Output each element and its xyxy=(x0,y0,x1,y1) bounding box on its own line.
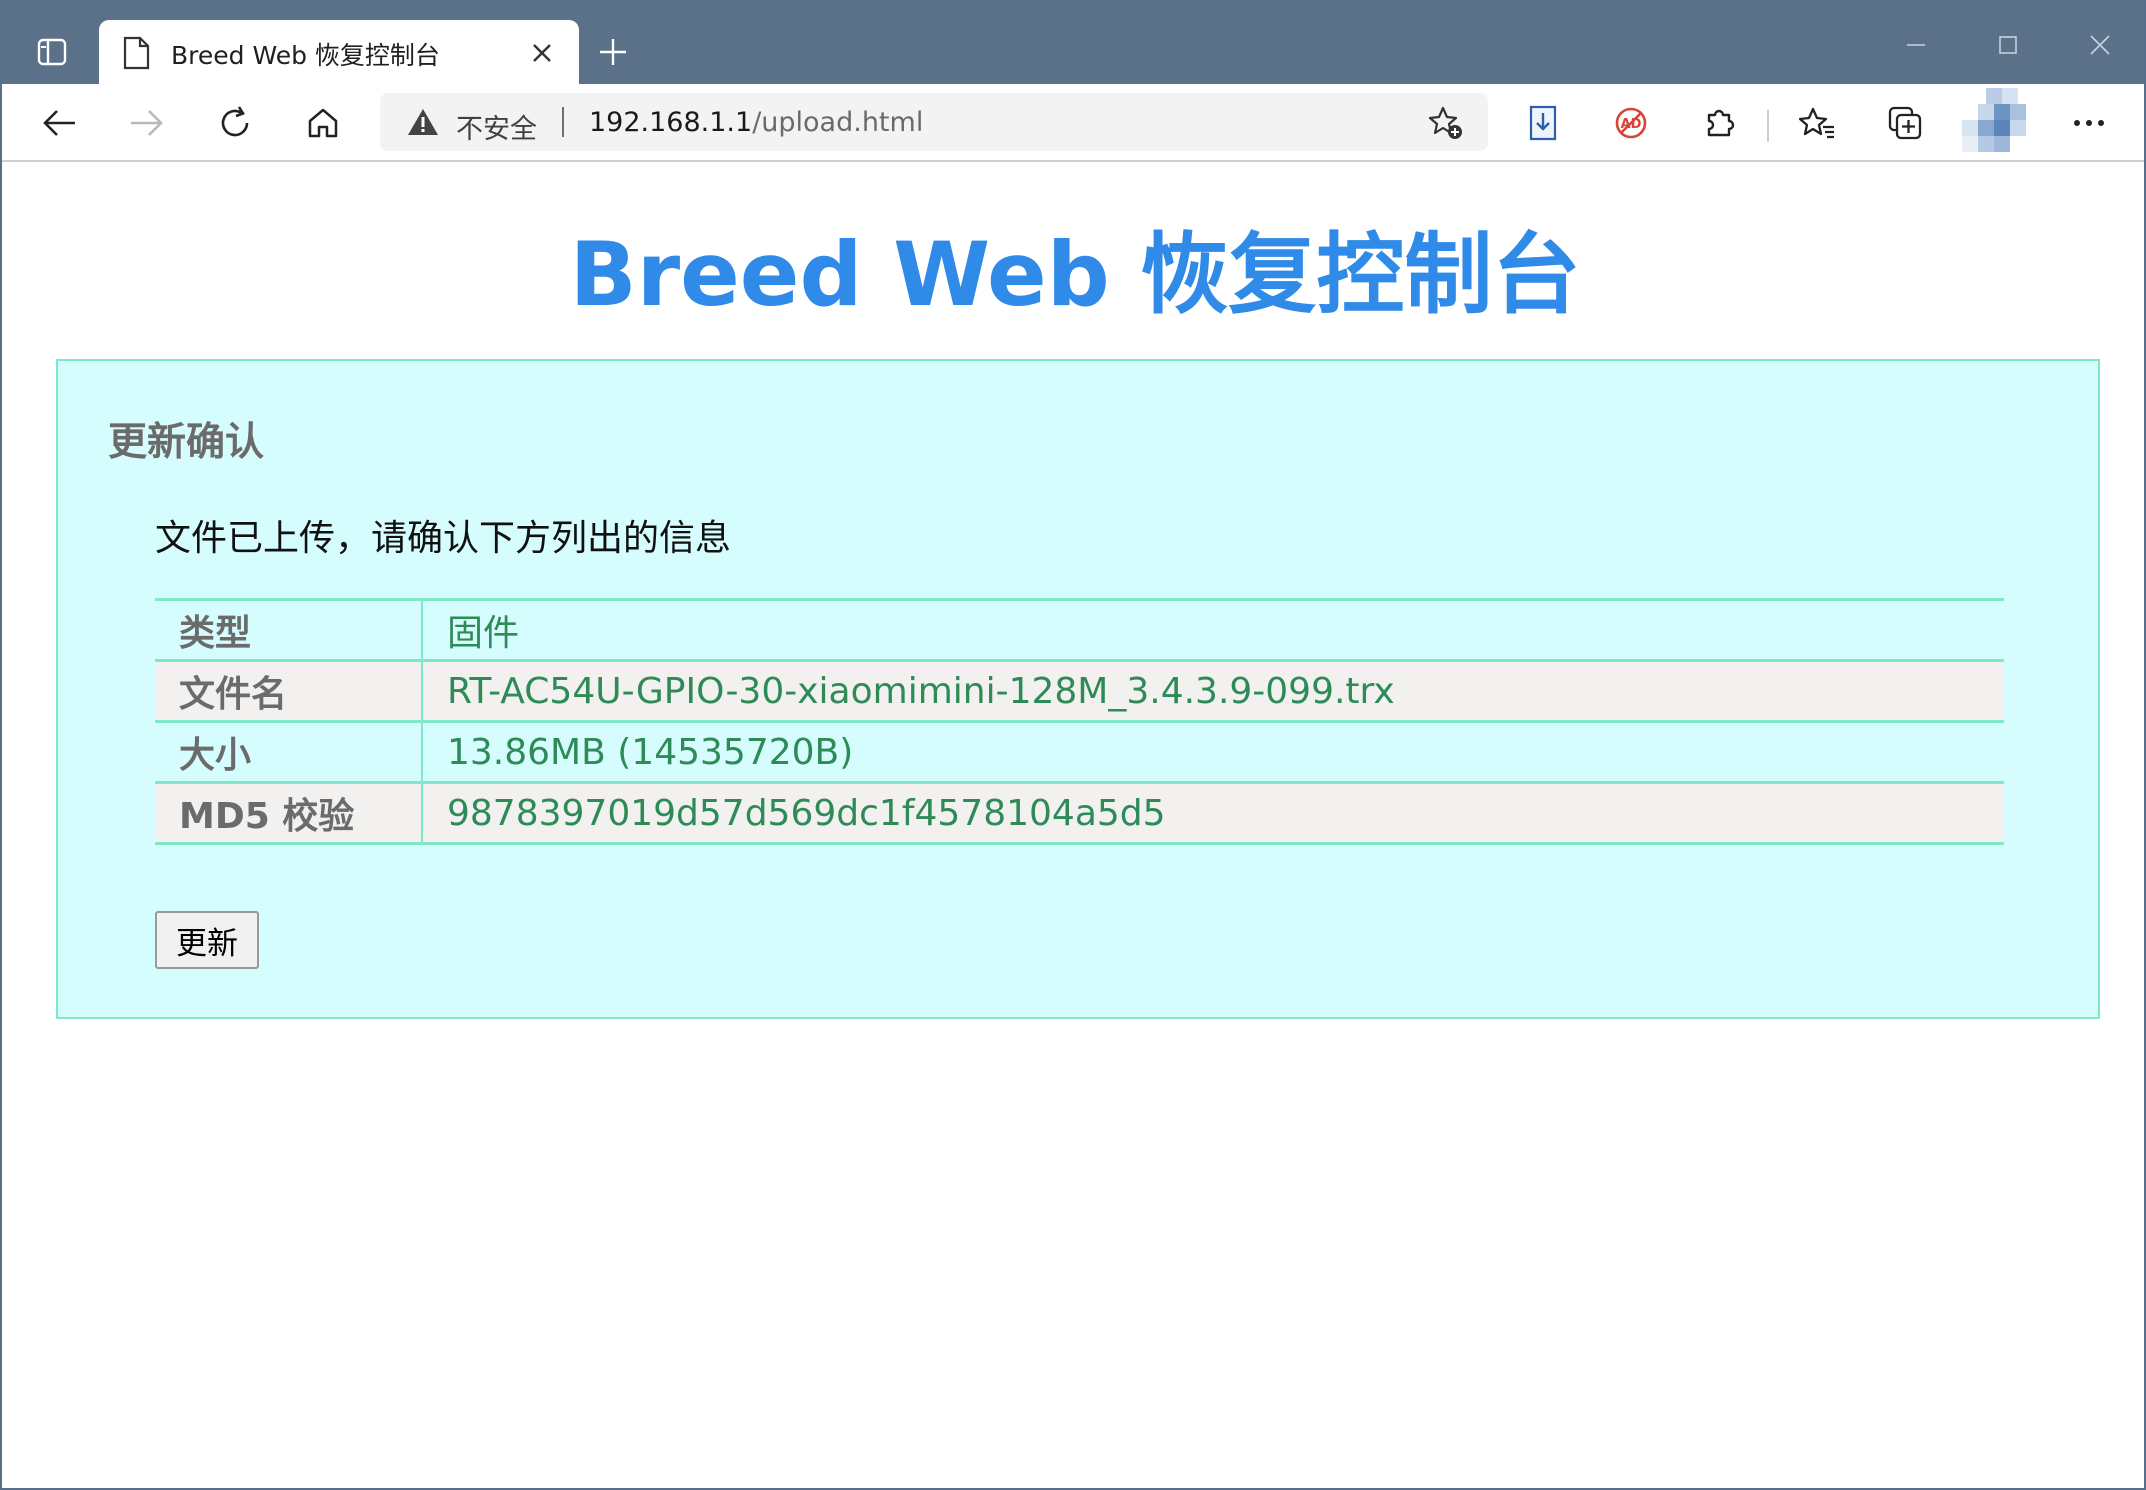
browser-window: Breed Web 恢复控制台 不安全 192.168.1.1/upload.h… xyxy=(0,0,2146,1490)
warning-icon[interactable] xyxy=(406,107,440,137)
adblock-icon[interactable]: AD xyxy=(1608,100,1654,146)
page-title: Breed Web 恢复控制台 xyxy=(569,223,1581,326)
home-icon[interactable] xyxy=(300,100,346,146)
extensions-icon[interactable] xyxy=(1696,100,1742,146)
update-confirm-panel: 更新确认 文件已上传，请确认下方列出的信息 类型 固件 文件名 RT-AC54U… xyxy=(56,359,2100,1019)
tab-active[interactable]: Breed Web 恢复控制台 xyxy=(99,20,579,84)
page-icon xyxy=(121,36,151,70)
svg-text:AD: AD xyxy=(1621,117,1642,132)
table-row: 文件名 RT-AC54U-GPIO-30-xiaomimini-128M_3.4… xyxy=(155,659,2004,723)
forward-icon[interactable] xyxy=(124,100,170,146)
browser-toolbar: 不安全 192.168.1.1/upload.html AD xyxy=(2,84,2144,162)
file-info-table: 类型 固件 文件名 RT-AC54U-GPIO-30-xiaomimini-12… xyxy=(155,598,2004,845)
more-options-icon[interactable] xyxy=(2066,100,2112,146)
table-row: MD5 校验 9878397019d57d569dc1f4578104a5d5 xyxy=(155,781,2004,845)
row-label-filename: 文件名 xyxy=(155,659,423,723)
url-text[interactable]: 192.168.1.1/upload.html xyxy=(589,107,923,138)
favorites-icon[interactable] xyxy=(1794,100,1840,146)
profile-avatar[interactable] xyxy=(1962,88,2026,152)
update-button[interactable]: 更新 xyxy=(155,911,259,969)
tab-actions-icon[interactable] xyxy=(32,32,72,72)
tab-title: Breed Web 恢复控制台 xyxy=(171,41,440,70)
close-window-icon[interactable] xyxy=(2070,20,2130,70)
url-host: 192.168.1.1 xyxy=(589,107,753,138)
download-extension-icon[interactable] xyxy=(1520,100,1566,146)
row-value-filename: RT-AC54U-GPIO-30-xiaomimini-128M_3.4.3.9… xyxy=(422,659,2004,723)
address-bar[interactable]: 不安全 192.168.1.1/upload.html xyxy=(380,93,1488,151)
row-label-md5: MD5 校验 xyxy=(155,781,423,845)
row-label-size: 大小 xyxy=(155,720,423,784)
security-label[interactable]: 不安全 xyxy=(456,107,537,146)
row-value-type: 固件 xyxy=(422,598,2004,662)
add-favorite-icon[interactable] xyxy=(1428,105,1464,141)
panel-heading: 更新确认 xyxy=(108,420,265,465)
collections-icon[interactable] xyxy=(1882,100,1928,146)
tab-strip: Breed Web 恢复控制台 xyxy=(2,2,2144,84)
toolbar-divider xyxy=(1767,110,1769,142)
address-divider xyxy=(562,107,564,137)
row-label-type: 类型 xyxy=(155,598,423,662)
back-icon[interactable] xyxy=(36,100,82,146)
maximize-icon[interactable] xyxy=(1978,20,2038,70)
panel-description: 文件已上传，请确认下方列出的信息 xyxy=(155,518,732,559)
page-content: Breed Web 恢复控制台 更新确认 文件已上传，请确认下方列出的信息 类型… xyxy=(4,162,2144,1488)
new-tab-icon[interactable] xyxy=(593,32,633,72)
url-path: /upload.html xyxy=(752,107,924,138)
table-row: 大小 13.86MB (14535720B) xyxy=(155,720,2004,784)
refresh-icon[interactable] xyxy=(212,100,258,146)
table-row: 类型 固件 xyxy=(155,598,2004,662)
close-tab-icon[interactable] xyxy=(527,38,557,68)
row-value-md5: 9878397019d57d569dc1f4578104a5d5 xyxy=(422,781,2004,845)
row-value-size: 13.86MB (14535720B) xyxy=(422,720,2004,784)
minimize-icon[interactable] xyxy=(1886,20,1946,70)
